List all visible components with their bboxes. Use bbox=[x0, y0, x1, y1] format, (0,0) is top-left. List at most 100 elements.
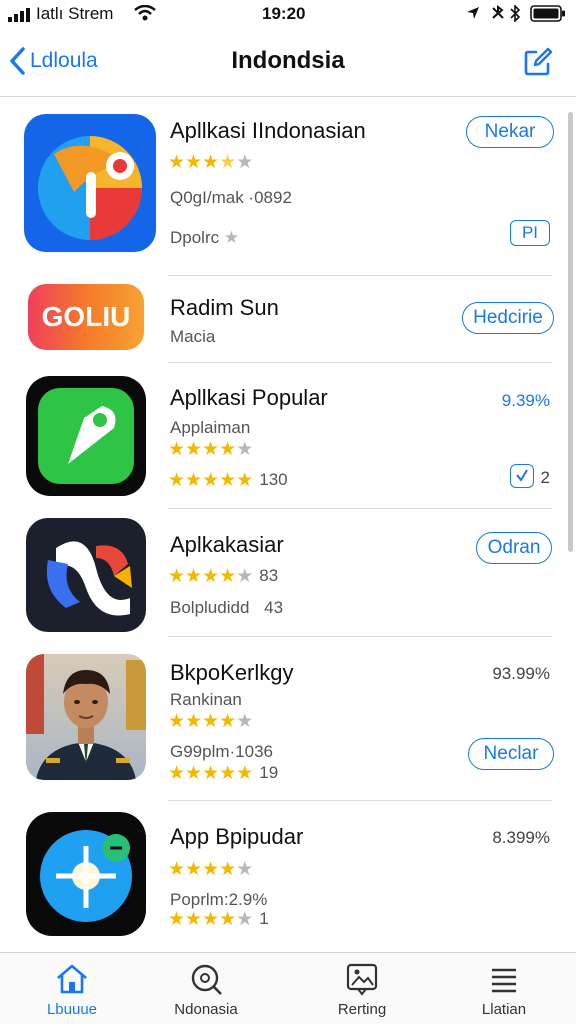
star-icon: ★ bbox=[219, 151, 237, 173]
check-icon bbox=[515, 469, 528, 482]
star-icon: ★ bbox=[168, 858, 186, 880]
scrollbar[interactable] bbox=[568, 112, 573, 552]
home-icon bbox=[57, 964, 87, 994]
star-rating: ★ ★ ★ ★ ★ bbox=[168, 860, 253, 879]
app-icon bbox=[26, 518, 146, 632]
get-button[interactable]: Nekar bbox=[466, 116, 554, 148]
app-detail: Bolpludidd 43 bbox=[170, 598, 283, 618]
tab-label: Llatian bbox=[481, 1001, 527, 1018]
star-rating: ★ ★ ★ ★ ★ bbox=[168, 440, 253, 459]
star-icon: ★ bbox=[168, 761, 186, 784]
star-icon: ★ bbox=[219, 468, 237, 491]
list-item[interactable]: App Bpipudar ★ ★ ★ ★ ★ Poprlm:2.9% ★ ★ ★… bbox=[0, 802, 576, 952]
star-icon: ★ bbox=[219, 858, 237, 880]
star-icon: ★ bbox=[219, 761, 237, 784]
app-icon bbox=[26, 812, 146, 936]
star-icon: ★ bbox=[185, 151, 203, 173]
compose-icon[interactable] bbox=[522, 46, 554, 78]
app-name: BkpoKerlkgy bbox=[170, 660, 294, 685]
app-name: Radim Sun bbox=[170, 295, 279, 320]
star-icon: ★ bbox=[168, 710, 186, 732]
app-detail: G99plm·1036 bbox=[170, 742, 274, 761]
star-icon: ★ bbox=[168, 564, 186, 587]
star-rating: ★ ★ ★ ★ ★ 130 bbox=[168, 470, 288, 490]
star-icon: ★ bbox=[236, 438, 254, 460]
percent-label: 9.39% bbox=[501, 391, 550, 410]
star-icon: ★ bbox=[236, 468, 254, 491]
star-icon: ★ bbox=[185, 564, 203, 587]
battery-icon bbox=[530, 5, 565, 22]
star-icon: ★ bbox=[185, 761, 203, 784]
star-rating: ★ ★ ★ ★ ★ bbox=[168, 712, 253, 731]
star-icon: ★ bbox=[168, 438, 186, 460]
app-detail: Poprlm:2.9% bbox=[170, 890, 268, 909]
star-icon: ★ bbox=[168, 151, 186, 173]
rating-count: 130 bbox=[259, 470, 288, 489]
star-icon: ★ bbox=[219, 907, 237, 930]
tab-home[interactable]: Lbuuue bbox=[0, 953, 144, 1024]
divider bbox=[168, 508, 552, 509]
star-rating: ★ ★ ★ ★ ★ 1 bbox=[168, 909, 269, 929]
star-icon: ★ bbox=[236, 710, 254, 732]
star-icon: ★ bbox=[219, 564, 237, 587]
tab-bar: Lbuuue Ndonasia Rerting Llatian bbox=[0, 952, 576, 1024]
star-icon: ★ bbox=[202, 564, 220, 587]
app-logo: GOLIU bbox=[28, 284, 144, 350]
tab-search[interactable]: Ndonasia bbox=[134, 953, 278, 1024]
star-icon: ★ bbox=[202, 468, 220, 491]
star-icon: ★ bbox=[185, 858, 203, 880]
star-icon: ★ bbox=[236, 564, 254, 587]
tab-list[interactable]: Llatian bbox=[432, 953, 576, 1024]
search-icon bbox=[191, 964, 222, 995]
percent-label: 93.99% bbox=[492, 664, 550, 683]
list-item[interactable]: Apllkasi IIndonasian ★ ★ ★ ★ ★ Q0gI/mak … bbox=[0, 98, 576, 278]
small-button[interactable]: PI bbox=[510, 220, 550, 246]
image-icon bbox=[346, 963, 378, 996]
rating-count: 1 bbox=[259, 909, 269, 928]
star-rating: ★ ★ ★ ★ ★ 19 bbox=[168, 763, 278, 783]
wifi-icon bbox=[134, 5, 156, 21]
star-icon: ★ bbox=[202, 858, 220, 880]
star-icon: ★ bbox=[202, 907, 220, 930]
star-icon: ★ bbox=[168, 907, 186, 930]
list-item[interactable]: BkpoKerlkgy Rankinan ★ ★ ★ ★ ★ G99plm·10… bbox=[0, 638, 576, 802]
tab-rating[interactable]: Rerting bbox=[290, 953, 434, 1024]
app-detail: Q0gI/mak ·0892 bbox=[170, 188, 292, 207]
get-button[interactable]: Neclar bbox=[468, 738, 554, 770]
divider bbox=[168, 362, 552, 363]
star-icon: ★ bbox=[236, 151, 254, 173]
get-button[interactable]: Odran bbox=[476, 532, 552, 564]
app-category: Macia bbox=[170, 327, 216, 346]
app-detail-label: Bolpludidd bbox=[170, 598, 250, 617]
list-item[interactable]: Aplkakasiar ★ ★ ★ ★ ★ 83 Bolpludidd 43 O… bbox=[0, 510, 576, 638]
app-extra: Dpolrc ★ bbox=[170, 228, 239, 248]
app-logo-text: GOLIU bbox=[41, 301, 131, 332]
star-icon: ★ bbox=[202, 438, 220, 460]
star-rating: ★ ★ ★ ★ ★ bbox=[168, 153, 253, 172]
star-icon: ★ bbox=[185, 907, 203, 930]
app-category: Rankinan bbox=[170, 690, 242, 709]
star-icon: ★ bbox=[202, 761, 220, 784]
app-name: App Bpipudar bbox=[170, 824, 304, 849]
star-icon: ★ bbox=[236, 858, 254, 880]
divider bbox=[168, 636, 552, 637]
star-icon: ★ bbox=[185, 710, 203, 732]
star-icon: ★ bbox=[219, 710, 237, 732]
get-button[interactable]: Hedcirie bbox=[462, 302, 554, 334]
star-icon: ★ bbox=[219, 438, 237, 460]
list-item[interactable]: Apllkasi Popular Applaiman ★ ★ ★ ★ ★ ★ ★… bbox=[0, 364, 576, 510]
check-button[interactable] bbox=[510, 464, 534, 488]
star-icon: ★ bbox=[185, 438, 203, 460]
list-item[interactable]: GOLIU Radim Sun Macia Hedcirie bbox=[0, 276, 576, 364]
rating-count: 83 bbox=[259, 566, 279, 585]
clock: 19:20 bbox=[262, 4, 306, 23]
star-rating: ★ ★ ★ ★ ★ 83 bbox=[168, 566, 278, 586]
star-icon: ★ bbox=[223, 228, 240, 248]
app-icon bbox=[26, 376, 146, 496]
percent-label: 8.399% bbox=[492, 828, 550, 847]
star-icon: ★ bbox=[202, 151, 220, 173]
carrier-label: Iatlı Strem bbox=[36, 4, 114, 23]
navigation-bar: Ldloula Indondsia bbox=[0, 30, 576, 97]
signal-icon bbox=[8, 8, 30, 22]
star-icon: ★ bbox=[185, 468, 203, 491]
